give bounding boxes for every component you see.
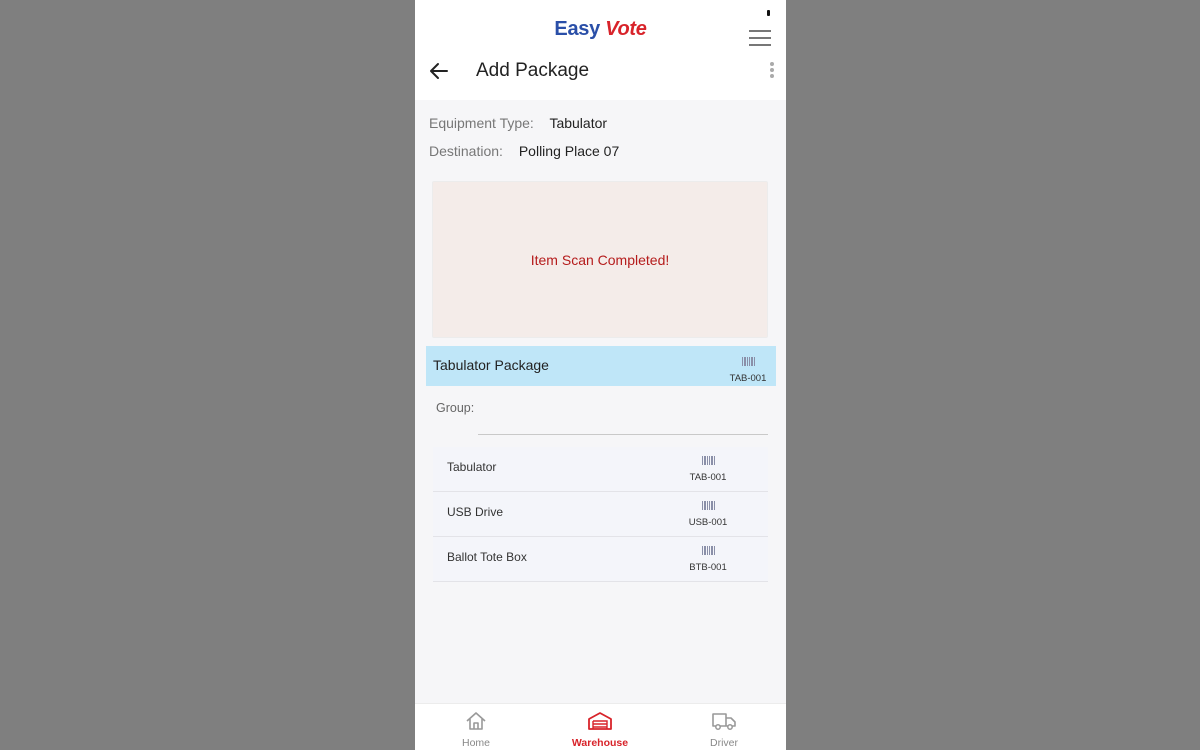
more-options-icon[interactable] — [770, 62, 776, 82]
status-indicator — [767, 10, 770, 16]
item-name: Tabulator — [447, 460, 497, 474]
item-barcode: USB-001 — [688, 497, 728, 528]
destination-value: Polling Place 07 — [518, 143, 620, 159]
app-logo: Easy Vote — [415, 18, 786, 41]
package-code: TAB-001 — [729, 373, 767, 384]
group-input[interactable] — [478, 434, 768, 435]
logo-easy: Easy — [554, 18, 600, 40]
package-barcode: TAB-001 — [728, 353, 768, 384]
item-barcode: BTB-001 — [688, 542, 728, 573]
destination-row: Destination: Polling Place 07 — [429, 143, 619, 159]
item-code: BTB-001 — [689, 562, 727, 573]
nav-driver-label: Driver — [710, 737, 738, 749]
item-code: TAB-001 — [689, 472, 727, 483]
item-name: Ballot Tote Box — [447, 550, 527, 564]
nav-home-label: Home — [461, 737, 490, 749]
barcode-icon — [701, 456, 715, 465]
hamburger-menu-icon[interactable] — [749, 30, 771, 50]
item-list: Tabulator TAB-001 USB Drive USB-001 Ball… — [433, 447, 768, 582]
package-name: Tabulator Package — [433, 357, 549, 373]
item-code: USB-001 — [688, 517, 728, 528]
warehouse-icon — [588, 712, 612, 730]
barcode-icon — [701, 546, 715, 555]
equipment-type-row: Equipment Type: Tabulator — [429, 115, 607, 131]
equipment-type-label: Equipment Type: — [429, 115, 534, 131]
package-row[interactable]: Tabulator Package TAB-001 — [426, 346, 776, 386]
app-header — [415, 0, 786, 100]
page-title: Add Package — [476, 60, 590, 81]
list-item[interactable]: Ballot Tote Box BTB-001 — [433, 537, 768, 582]
equipment-type-value: Tabulator — [549, 115, 608, 131]
list-item[interactable]: USB Drive USB-001 — [433, 492, 768, 537]
group-label: Group: — [436, 401, 475, 415]
nav-warehouse[interactable]: Warehouse — [560, 711, 640, 749]
item-name: USB Drive — [447, 505, 504, 519]
nav-warehouse-label: Warehouse — [571, 737, 629, 749]
home-icon — [466, 712, 486, 730]
list-item[interactable]: Tabulator TAB-001 — [433, 447, 768, 492]
nav-driver[interactable]: Driver — [684, 711, 764, 749]
nav-home[interactable]: Home — [436, 711, 516, 749]
scan-area[interactable]: Item Scan Completed! — [432, 181, 768, 338]
bottom-nav: Home Warehouse Driver — [415, 703, 786, 750]
item-barcode: TAB-001 — [688, 452, 728, 483]
barcode-icon — [701, 501, 715, 510]
logo-vote: Vote — [605, 18, 647, 40]
phone-screen: Easy Vote Add Package Equipment Type: Ta… — [415, 0, 786, 750]
truck-icon — [712, 713, 736, 730]
back-arrow-icon[interactable] — [427, 59, 451, 83]
barcode-icon — [741, 357, 755, 366]
destination-label: Destination: — [429, 143, 503, 159]
scan-status-message: Item Scan Completed! — [530, 251, 670, 268]
